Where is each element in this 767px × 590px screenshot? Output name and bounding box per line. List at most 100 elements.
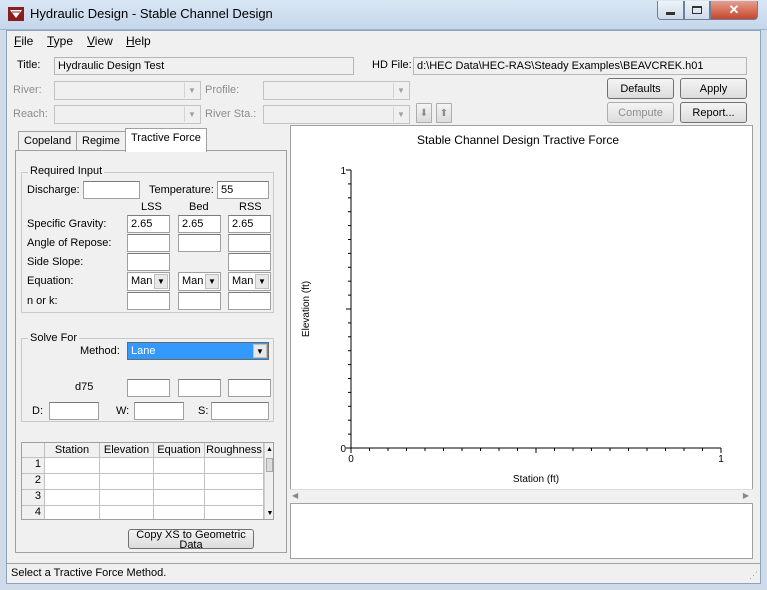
previous-station-button[interactable]: ⬇ [416, 103, 432, 123]
table-cell[interactable] [154, 490, 205, 506]
scroll-up-icon[interactable]: ▲ [265, 443, 273, 457]
chevron-down-icon: ▼ [393, 83, 408, 98]
menu-help[interactable]: Help [126, 34, 151, 48]
message-panel [290, 503, 753, 559]
compute-button[interactable]: Compute [607, 102, 674, 123]
side-slope-rss-field[interactable] [228, 253, 271, 271]
n-or-k-lss-field[interactable] [127, 292, 170, 310]
temperature-field[interactable]: 55 [217, 181, 269, 199]
table-cell[interactable] [45, 474, 100, 490]
profile-select[interactable]: ▼ [263, 81, 410, 100]
scroll-thumb[interactable] [266, 458, 273, 472]
maximize-icon [692, 6, 702, 14]
chevron-down-icon: ▼ [255, 274, 269, 289]
d75-rss-field[interactable] [228, 379, 271, 397]
reach-select[interactable]: ▼ [54, 105, 201, 124]
title-field[interactable]: Hydraulic Design Test [54, 57, 354, 75]
defaults-button[interactable]: Defaults [607, 78, 674, 99]
specific-gravity-lss-field[interactable]: 2.65 [127, 215, 170, 233]
tab-copeland[interactable]: Copeland [18, 131, 78, 151]
minimize-button[interactable] [657, 1, 684, 20]
d75-label: d75 [75, 381, 94, 393]
next-station-button[interactable]: ⬆ [436, 103, 452, 123]
close-icon: ✕ [728, 2, 740, 17]
table-cell[interactable] [205, 506, 264, 519]
table-scrollbar[interactable]: ▲ ▼ [264, 443, 273, 519]
menu-view[interactable]: View [87, 34, 113, 48]
method-select[interactable]: Lane ▼ [127, 342, 269, 360]
close-button[interactable]: ✕ [710, 1, 758, 20]
chart-scrollbar[interactable]: ◀ ▶ [290, 489, 753, 502]
table-cell[interactable] [154, 458, 205, 474]
equation-bed-select[interactable]: Man ▼ [178, 272, 221, 291]
chevron-down-icon: ▼ [393, 107, 408, 122]
w-field[interactable] [134, 402, 184, 420]
s-field[interactable] [211, 402, 269, 420]
d75-lss-field[interactable] [127, 379, 170, 397]
equation-lss-select[interactable]: Man ▼ [127, 272, 170, 291]
specific-gravity-rss-field[interactable]: 2.65 [228, 215, 271, 233]
cross-section-table[interactable]: Station Elevation Equation Roughness 1 2… [21, 442, 274, 520]
tab-tractive-force[interactable]: Tractive Force [125, 128, 207, 152]
copy-xs-button[interactable]: Copy XS to Geometric Data [128, 529, 254, 549]
table-cell[interactable] [45, 458, 100, 474]
scroll-right-icon[interactable]: ▶ [743, 491, 749, 500]
specific-gravity-bed-field[interactable]: 2.65 [178, 215, 221, 233]
report-button[interactable]: Report... [680, 102, 747, 123]
table-cell[interactable] [205, 474, 264, 490]
equation-rss-select[interactable]: Man ▼ [228, 272, 271, 291]
apply-button[interactable]: Apply [680, 78, 747, 99]
menu-type[interactable]: Type [47, 34, 73, 48]
app-icon [8, 7, 24, 21]
table-cell[interactable] [205, 458, 264, 474]
column-header-elevation[interactable]: Elevation [100, 443, 154, 458]
y-axis-ticks [346, 169, 351, 449]
column-header-roughness[interactable]: Roughness [205, 443, 264, 458]
angle-of-repose-lss-field[interactable] [127, 234, 170, 252]
river-label: River: [13, 84, 42, 96]
table-cell[interactable] [100, 458, 154, 474]
table-cell[interactable] [154, 474, 205, 490]
table-cell[interactable] [154, 506, 205, 519]
chart-panel: Stable Channel Design Tractive Force 0 1… [290, 125, 753, 502]
menu-file[interactable]: File [14, 34, 33, 48]
river-select[interactable]: ▼ [54, 81, 201, 100]
row-header: 1 [22, 458, 45, 474]
column-header-station[interactable]: Station [45, 443, 100, 458]
table-cell[interactable] [205, 490, 264, 506]
x-tick-label: 0 [348, 454, 354, 465]
column-header-equation[interactable]: Equation [154, 443, 205, 458]
row-header: 4 [22, 506, 45, 519]
maximize-button[interactable] [684, 1, 710, 20]
resize-grip-icon[interactable]: ⋰ [749, 570, 758, 581]
hd-file-field[interactable]: d:\HEC Data\HEC-RAS\Steady Examples\BEAV… [413, 57, 747, 75]
d75-bed-field[interactable] [178, 379, 221, 397]
table-cell[interactable] [100, 506, 154, 519]
table-cell[interactable] [100, 490, 154, 506]
lss-column-label: LSS [141, 201, 162, 213]
n-or-k-label: n or k: [27, 295, 58, 307]
discharge-field[interactable] [83, 181, 140, 199]
n-or-k-rss-field[interactable] [228, 292, 271, 310]
angle-of-repose-bed-field[interactable] [178, 234, 221, 252]
scroll-left-icon[interactable]: ◀ [292, 491, 298, 500]
table-cell[interactable] [100, 474, 154, 490]
chevron-down-icon: ▼ [154, 274, 168, 289]
river-sta-select[interactable]: ▼ [263, 105, 410, 124]
angle-of-repose-rss-field[interactable] [228, 234, 271, 252]
table-cell[interactable] [45, 506, 100, 519]
angle-of-repose-label: Angle of Repose: [27, 237, 112, 249]
hd-file-label: HD File: [372, 59, 412, 71]
status-text: Select a Tractive Force Method. [11, 567, 167, 579]
d-field[interactable] [49, 402, 99, 420]
tab-regime[interactable]: Regime [76, 131, 126, 151]
n-or-k-bed-field[interactable] [178, 292, 221, 310]
chevron-down-icon: ▼ [184, 107, 199, 122]
side-slope-label: Side Slope: [27, 256, 84, 268]
scroll-down-icon[interactable]: ▼ [265, 507, 273, 519]
profile-label: Profile: [205, 84, 240, 96]
table-cell[interactable] [45, 490, 100, 506]
river-sta-label: River Sta.: [205, 108, 257, 120]
side-slope-lss-field[interactable] [127, 253, 170, 271]
window-title: Hydraulic Design - Stable Channel Design [30, 6, 273, 21]
